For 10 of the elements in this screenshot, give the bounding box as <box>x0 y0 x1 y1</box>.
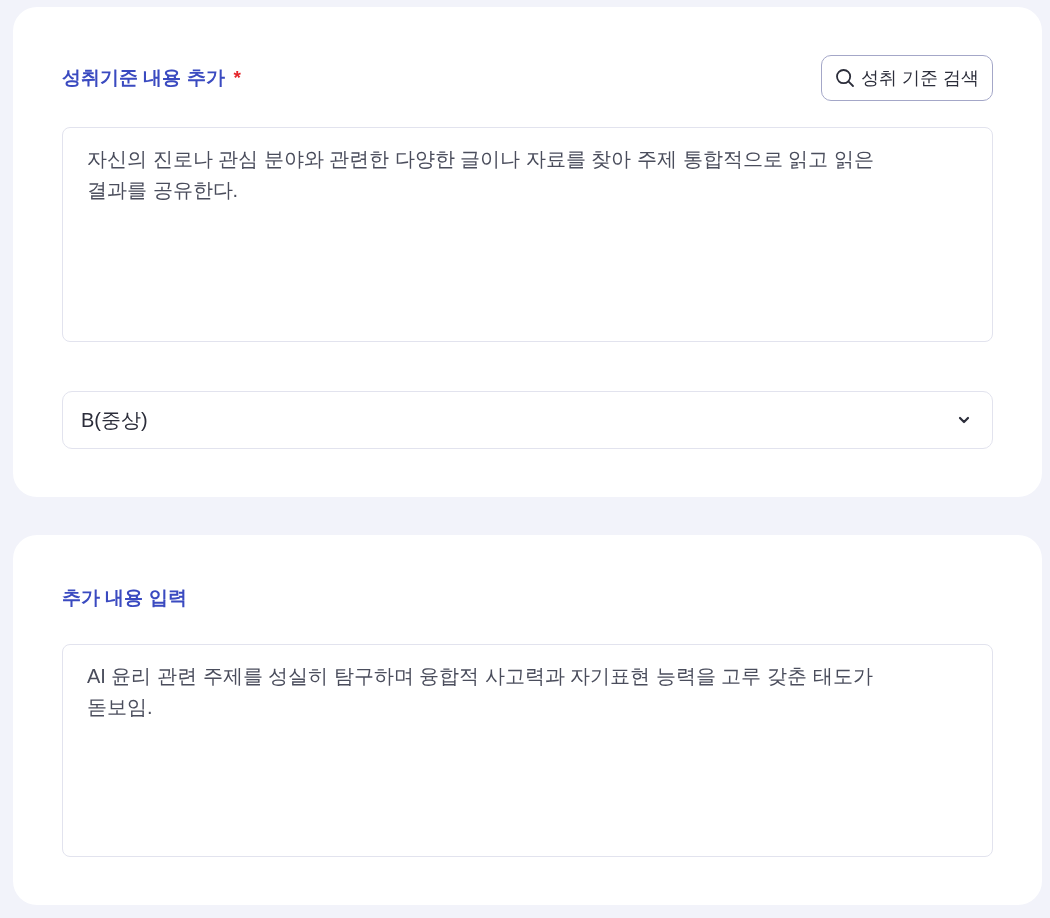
chevron-down-icon <box>958 416 970 424</box>
select-dropdown[interactable]: B(중상) <box>62 391 993 449</box>
search-icon <box>835 68 855 88</box>
text-area[interactable]: AI 윤리 관련 주제를 성실히 탐구하며 융합적 사고력과 자기표현 능력을 고루 갖춘 태도가 돋보임. <box>62 644 993 857</box>
select-value: B(중상) <box>81 408 148 433</box>
section-title: 성취기준 내용 추가 <box>62 66 225 90</box>
required-mark: * <box>233 66 241 90</box>
text-area[interactable]: 자신의 진로나 관심 분야와 관련한 다양한 글이나 자료를 찾아 주제 통합적으로 읽고 읽은 결과를 공유한다. <box>62 127 993 342</box>
section-title: 추가 내용 입력 <box>62 586 187 610</box>
search-button[interactable]: 성취 기준 검색 <box>821 55 993 101</box>
